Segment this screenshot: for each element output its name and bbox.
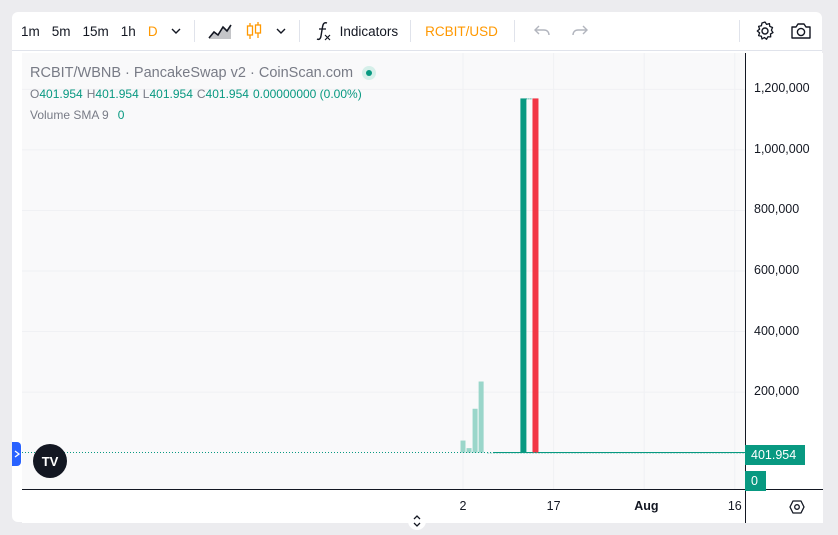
high-value: 401.954	[95, 86, 139, 101]
price-tick-label: 200,000	[754, 384, 800, 399]
time-axis[interactable]: 2 17 Aug 16	[22, 489, 746, 523]
screenshot-button[interactable]	[784, 12, 822, 50]
candle-up	[520, 98, 527, 453]
settings-hexagon-icon[interactable]	[789, 499, 805, 515]
symbol-quote-button[interactable]: RCBIT/USD	[417, 12, 508, 50]
chevron-down-icon	[171, 28, 181, 34]
interval-d-button[interactable]: D	[142, 12, 164, 50]
tradingview-logo[interactable]: TV	[33, 444, 67, 478]
last-volume-tag: 0	[745, 471, 766, 491]
ohlc-row: O 401.954 H 401.954 L 401.954 C 401.954 0.00…	[30, 83, 376, 104]
chart-style-dropdown-button[interactable]	[269, 12, 293, 50]
redo-icon	[572, 25, 588, 36]
interval-1m-button[interactable]: 1m	[15, 12, 46, 50]
top-toolbar: 1m 5m 15m 1h D Indicators RCBIT/USD	[12, 12, 822, 51]
volume-bar	[466, 448, 472, 453]
volume-row: Volume SMA 9 0	[30, 104, 376, 125]
price-tick-label: 1,200,000	[754, 81, 810, 96]
undo-icon	[533, 25, 550, 36]
chart-style-candles-button[interactable]	[239, 12, 269, 50]
volume-study-label[interactable]: Volume SMA 9	[30, 108, 109, 122]
volume-bar	[478, 381, 484, 453]
symbol-title[interactable]: RCBIT/WBNB · PancakeSwap v2 · CoinScan.c…	[30, 65, 353, 81]
time-tick-label: 2	[459, 499, 467, 513]
open-key: O	[30, 86, 40, 101]
undo-button[interactable]	[521, 12, 557, 50]
time-tick-label: 17	[546, 499, 561, 513]
time-tick-label: 16	[727, 499, 742, 513]
toolbar-divider	[298, 20, 300, 42]
redo-button[interactable]	[557, 12, 595, 50]
toolbar-divider	[739, 20, 740, 42]
indicators-button[interactable]: Indicators	[306, 12, 405, 50]
change-value: 0.00000000 (0.00%)	[252, 86, 362, 101]
interval-dropdown-button[interactable]	[164, 12, 188, 50]
interval-15m-button[interactable]: 15m	[77, 12, 115, 50]
price-tick-label: 400,000	[754, 323, 800, 338]
line-chart-icon	[207, 24, 232, 39]
settings-button[interactable]	[746, 12, 784, 50]
indicators-label: Indicators	[339, 23, 399, 39]
last-price-tag: 401.954	[745, 445, 805, 465]
gear-icon	[756, 21, 774, 40]
price-axis[interactable]: 200,000 400,000 600,000 800,000 1,000,000 1,2…	[745, 53, 823, 489]
low-key: L	[142, 86, 150, 101]
low-value: 401.954	[149, 86, 193, 101]
chevron-right-icon	[14, 450, 20, 458]
close-value: 401.954	[205, 86, 249, 101]
chart-widget: 1m 5m 15m 1h D Indicators RCBIT/USD 200,…	[12, 12, 823, 530]
price-tick-label: 600,000	[754, 263, 800, 277]
pane-resize-handle[interactable]	[408, 512, 426, 530]
interval-1h-button[interactable]: 1h	[115, 12, 142, 50]
volume-bar	[472, 408, 478, 453]
sidebar-toggle-handle[interactable]	[12, 442, 21, 466]
chevron-down-icon	[276, 28, 286, 34]
chart-legend: RCBIT/WBNB · PancakeSwap v2 · CoinScan.c…	[30, 62, 377, 125]
candles-icon	[246, 22, 261, 39]
price-tick-label: 1,000,000	[754, 141, 810, 156]
open-value: 401.954	[39, 86, 83, 101]
time-tick-label: Aug	[634, 499, 659, 513]
chevron-up-down-icon	[413, 515, 421, 527]
axis-corner	[745, 489, 823, 523]
legend-title-row: RCBIT/WBNB · PancakeSwap v2 · CoinScan.c…	[30, 62, 377, 83]
toolbar-divider	[410, 20, 412, 42]
price-tick-label: 800,000	[754, 202, 800, 217]
chart-style-line-button[interactable]	[201, 12, 239, 50]
toolbar-divider	[193, 20, 195, 42]
candle-down	[532, 98, 539, 453]
interval-5m-button[interactable]: 5m	[46, 12, 77, 50]
function-icon	[316, 22, 331, 41]
high-key: H	[86, 86, 96, 101]
camera-icon	[791, 23, 811, 39]
close-key: C	[196, 86, 206, 101]
volume-bar	[460, 440, 466, 453]
volume-study-value: 0	[117, 107, 125, 122]
market-status-icon[interactable]	[362, 65, 377, 80]
toolbar-divider	[513, 20, 515, 42]
